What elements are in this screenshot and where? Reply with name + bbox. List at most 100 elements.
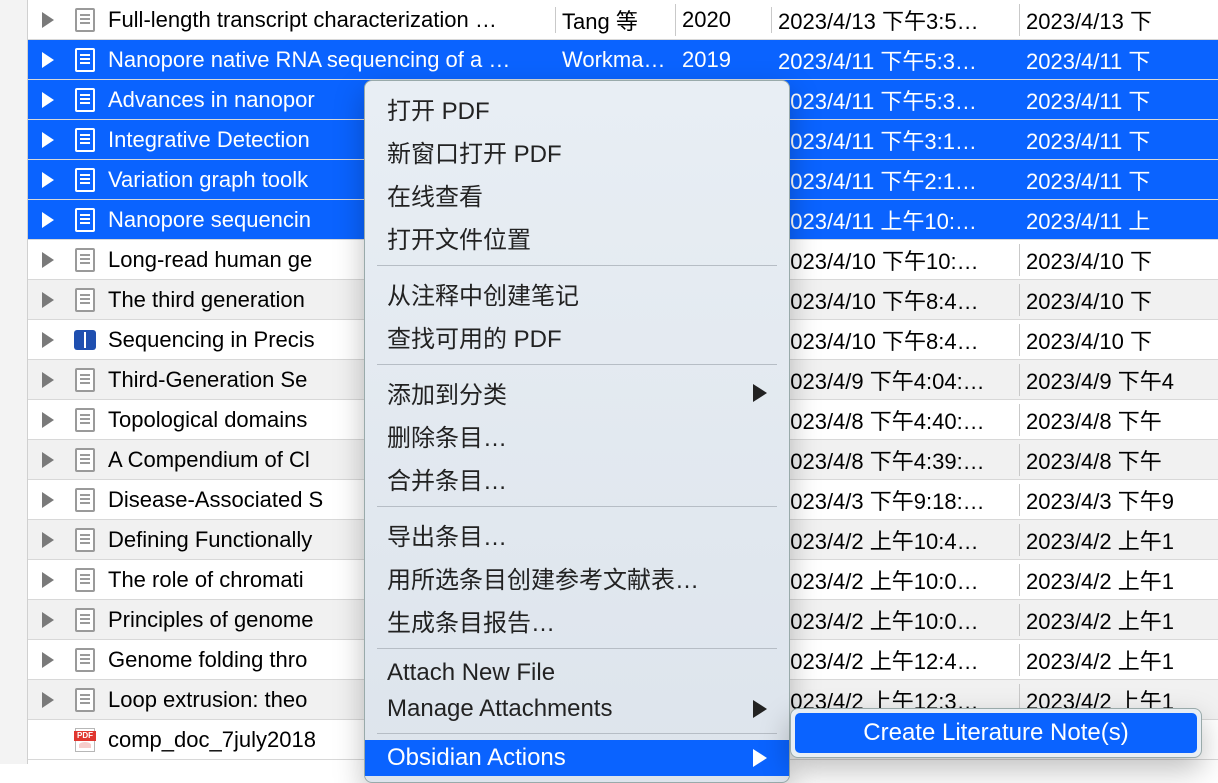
document-icon — [75, 608, 95, 632]
triangle-right-icon — [42, 92, 54, 108]
menu-attach-new-file[interactable]: Attach New File — [365, 655, 789, 691]
submenu-arrow-icon — [753, 384, 767, 402]
expand-toggle[interactable] — [28, 132, 68, 148]
triangle-right-icon — [42, 372, 54, 388]
menu-view-online[interactable]: 在线查看 — [365, 173, 789, 216]
submenu-create-literature-note[interactable]: Create Literature Note(s) — [795, 713, 1197, 753]
expand-toggle[interactable] — [28, 212, 68, 228]
date-modified-cell: 2023/4/3 下午9 — [1020, 484, 1218, 516]
document-icon — [75, 408, 95, 432]
triangle-right-icon — [42, 612, 54, 628]
item-type-icon-cell — [68, 8, 102, 32]
expand-toggle[interactable] — [28, 492, 68, 508]
expand-toggle[interactable] — [28, 332, 68, 348]
date-added-cell: 2023/4/10 下午8:4… — [772, 324, 1020, 356]
expand-toggle[interactable] — [28, 292, 68, 308]
expand-toggle[interactable] — [28, 692, 68, 708]
triangle-right-icon — [42, 52, 54, 68]
document-icon — [75, 168, 95, 192]
date-added-cell: 2023/4/2 上午12:4… — [772, 644, 1020, 676]
date-modified-cell: 2023/4/11 下 — [1020, 164, 1218, 196]
item-type-icon-cell — [68, 488, 102, 512]
triangle-right-icon — [42, 412, 54, 428]
date-modified-cell: 2023/4/13 下 — [1020, 4, 1218, 36]
menu-export-item[interactable]: 导出条目… — [365, 513, 789, 556]
obsidian-submenu: Create Literature Note(s) — [790, 708, 1202, 758]
document-icon — [75, 688, 95, 712]
document-icon — [75, 248, 95, 272]
pdf-icon — [75, 728, 95, 752]
expand-toggle[interactable] — [28, 652, 68, 668]
expand-toggle[interactable] — [28, 532, 68, 548]
date-added-cell: 2023/4/11 下午2:1… — [772, 164, 1020, 196]
triangle-right-icon — [42, 532, 54, 548]
expand-toggle[interactable] — [28, 252, 68, 268]
date-added-cell: 2023/4/13 下午3:5… — [772, 4, 1020, 36]
document-icon — [75, 208, 95, 232]
triangle-right-icon — [42, 12, 54, 28]
date-modified-cell: 2023/4/11 上 — [1020, 204, 1218, 236]
item-type-icon-cell — [68, 568, 102, 592]
date-added-cell: 2023/4/11 下午5:3… — [772, 44, 1020, 76]
item-type-icon-cell — [68, 48, 102, 72]
menu-obsidian-actions[interactable]: Obsidian Actions — [365, 740, 789, 776]
menu-find-available-pdf[interactable]: 查找可用的 PDF — [365, 315, 789, 358]
menu-manage-attachments[interactable]: Manage Attachments — [365, 691, 789, 727]
item-type-icon-cell — [68, 408, 102, 432]
expand-toggle[interactable] — [28, 52, 68, 68]
menu-generate-report[interactable]: 生成条目报告… — [365, 599, 789, 642]
date-modified-cell: 2023/4/11 下 — [1020, 84, 1218, 116]
date-added-cell: 2023/4/10 下午8:4… — [772, 284, 1020, 316]
document-icon — [75, 488, 95, 512]
expand-toggle[interactable] — [28, 12, 68, 28]
menu-separator — [377, 506, 777, 507]
date-added-cell: 2023/4/11 下午3:1… — [772, 124, 1020, 156]
triangle-right-icon — [42, 452, 54, 468]
expand-toggle[interactable] — [28, 572, 68, 588]
year-cell: 2019 — [676, 47, 772, 73]
menu-open-pdf[interactable]: 打开 PDF — [365, 87, 789, 130]
menu-merge-item[interactable]: 合并条目… — [365, 457, 789, 500]
document-icon — [75, 288, 95, 312]
expand-toggle[interactable] — [28, 452, 68, 468]
item-type-icon-cell — [68, 128, 102, 152]
document-icon — [75, 528, 95, 552]
menu-add-to-category[interactable]: 添加到分类 — [365, 371, 789, 414]
triangle-right-icon — [42, 572, 54, 588]
date-modified-cell: 2023/4/10 下 — [1020, 324, 1218, 356]
triangle-right-icon — [42, 132, 54, 148]
table-row[interactable]: Full-length transcript characterization … — [28, 0, 1218, 40]
book-icon — [74, 330, 96, 350]
submenu-arrow-icon — [753, 700, 767, 718]
item-type-icon-cell — [68, 288, 102, 312]
triangle-right-icon — [42, 292, 54, 308]
menu-create-bibliography[interactable]: 用所选条目创建参考文献表… — [365, 556, 789, 599]
table-row[interactable]: Nanopore native RNA sequencing of a …Wor… — [28, 40, 1218, 80]
date-modified-cell: 2023/4/2 上午1 — [1020, 564, 1218, 596]
date-modified-cell: 2023/4/10 下 — [1020, 244, 1218, 276]
expand-toggle[interactable] — [28, 172, 68, 188]
document-icon — [75, 8, 95, 32]
title-cell: Full-length transcript characterization … — [102, 7, 556, 33]
menu-delete-item[interactable]: 删除条目… — [365, 414, 789, 457]
document-icon — [75, 648, 95, 672]
author-cell: Tang 等 — [556, 4, 676, 36]
date-modified-cell: 2023/4/2 上午1 — [1020, 644, 1218, 676]
item-type-icon-cell — [68, 368, 102, 392]
menu-open-file-location[interactable]: 打开文件位置 — [365, 216, 789, 259]
date-added-cell: 2023/4/8 下午4:39:… — [772, 444, 1020, 476]
item-type-icon-cell — [68, 648, 102, 672]
item-type-icon-cell — [68, 248, 102, 272]
date-added-cell: 2023/4/9 下午4:04:… — [772, 364, 1020, 396]
date-modified-cell: 2023/4/11 下 — [1020, 44, 1218, 76]
date-added-cell: 2023/4/11 上午10:… — [772, 204, 1020, 236]
menu-open-pdf-new-window[interactable]: 新窗口打开 PDF — [365, 130, 789, 173]
expand-toggle[interactable] — [28, 372, 68, 388]
expand-toggle[interactable] — [28, 92, 68, 108]
menu-create-note-from-annotation[interactable]: 从注释中创建笔记 — [365, 272, 789, 315]
expand-toggle[interactable] — [28, 612, 68, 628]
expand-toggle[interactable] — [28, 412, 68, 428]
triangle-right-icon — [42, 692, 54, 708]
document-icon — [75, 48, 95, 72]
author-cell: Workma… — [556, 47, 676, 73]
